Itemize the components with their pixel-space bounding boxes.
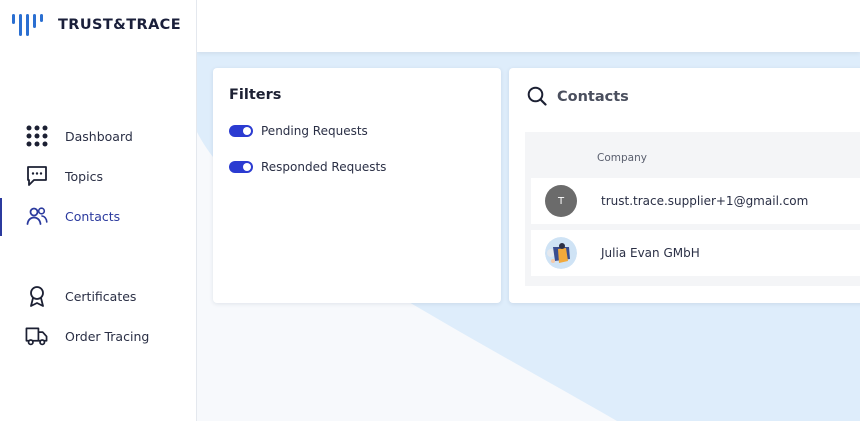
table-row[interactable]: Julia Evan GMbH (531, 230, 860, 276)
sidebar-item-contacts[interactable]: Contacts (0, 198, 196, 236)
contacts-table: Company T trust.trace.supplier+1@gmail.c… (525, 132, 860, 286)
brand-logo[interactable]: TRUST&TRACE (12, 12, 181, 38)
sidebar-item-certificates[interactable]: Certificates (0, 278, 196, 314)
toggle-label: Pending Requests (261, 124, 368, 138)
contacts-title: Contacts (557, 89, 629, 105)
sidebar-item-dashboard[interactable]: Dashboard (0, 118, 196, 154)
brand-name: TRUST&TRACE (58, 17, 182, 33)
contacts-panel: Contacts Company T trust.trace.supplier+… (509, 68, 860, 303)
avatar: T (545, 185, 577, 217)
toggle-switch[interactable] (229, 125, 253, 137)
chat-bubble-icon (25, 165, 48, 187)
sidebar-item-order-tracing[interactable]: Order Tracing (0, 318, 196, 354)
filters-panel: Filters Pending Requests Responded Reque… (213, 68, 501, 303)
sidebar-item-label: Topics (65, 168, 103, 184)
sidebar-item-label: Contacts (65, 208, 121, 224)
sidebar-item-label: Certificates (65, 288, 137, 304)
dashboard-grid-icon (25, 125, 48, 147)
person-illustration-icon (545, 237, 577, 269)
filters-title: Filters (229, 87, 282, 103)
sidebar-item-label: Order Tracing (65, 328, 150, 344)
company-name: Julia Evan GMbH (601, 246, 700, 260)
top-bar (197, 0, 860, 52)
column-header-company[interactable]: Company (597, 152, 647, 164)
toggle-label: Responded Requests (261, 160, 387, 174)
badge-ribbon-icon (25, 285, 48, 307)
sidebar-item-topics[interactable]: Topics (0, 158, 196, 194)
sidebar: TRUST&TRACE Dashboard Topics Contacts Ce… (0, 0, 197, 421)
search-icon[interactable] (527, 86, 547, 110)
truck-icon (25, 325, 48, 347)
table-row[interactable]: T trust.trace.supplier+1@gmail.com (531, 178, 860, 224)
responded-requests-toggle[interactable]: Responded Requests (229, 160, 386, 174)
logo-bars-icon (12, 14, 43, 36)
pending-requests-toggle[interactable]: Pending Requests (229, 124, 368, 138)
contacts-people-icon (25, 205, 48, 227)
sidebar-item-label: Dashboard (65, 128, 133, 144)
toggle-switch[interactable] (229, 161, 253, 173)
company-name: trust.trace.supplier+1@gmail.com (601, 194, 809, 208)
avatar (545, 237, 577, 269)
